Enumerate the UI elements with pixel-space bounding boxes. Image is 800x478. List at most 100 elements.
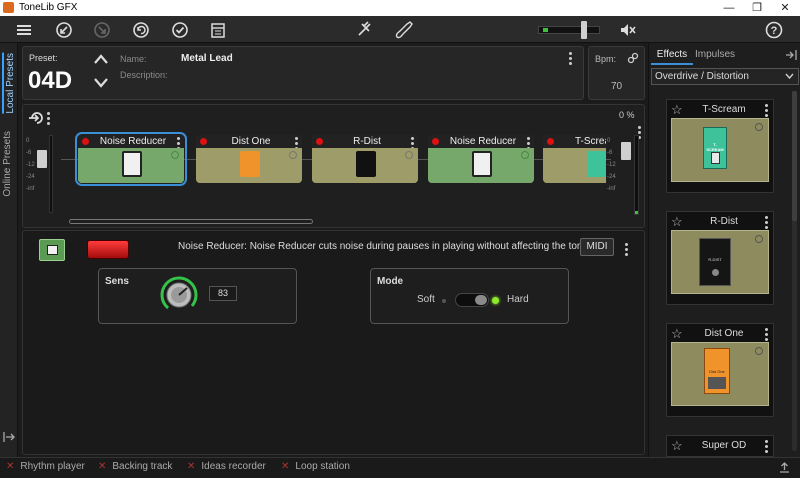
expand-left-icon[interactable] <box>3 431 15 443</box>
pedal-power-led[interactable] <box>200 138 207 145</box>
input-menu-icon[interactable] <box>47 111 51 127</box>
chain-scrollbar[interactable] <box>69 219 313 224</box>
effect-card-t-scream[interactable]: ☆ T-Scream T-SCREAM <box>666 99 774 193</box>
pedal-power-led[interactable] <box>547 138 554 145</box>
off-indicator-icon: ✕ <box>187 461 196 472</box>
chain-pedal-t-scream[interactable]: T-Scream <box>543 135 606 183</box>
effect-card-name: R-Dist <box>710 216 738 227</box>
ideas-recorder-button[interactable]: ✕ Ideas recorder <box>187 461 266 472</box>
preset-up-icon[interactable] <box>93 53 109 65</box>
effect-card-menu-icon[interactable] <box>765 327 769 343</box>
effect-card-dist-one[interactable]: ☆ Dist One Dist One <box>666 323 774 417</box>
preset-menu-icon[interactable] <box>569 51 573 67</box>
chain-pedal-noise-reducer[interactable]: Noise Reducer <box>75 132 187 186</box>
effects-browser: Effects Impulses Overdrive / Distortion … <box>648 43 800 457</box>
app-icon <box>3 2 14 13</box>
output-percent: 0 % <box>619 110 635 120</box>
pedal-power-led[interactable] <box>82 138 89 145</box>
mode-label: Mode <box>377 276 404 287</box>
tuning-fork-icon[interactable] <box>354 20 374 40</box>
export-icon[interactable] <box>92 20 112 40</box>
output-level-meter <box>634 135 639 215</box>
effect-card-name: Super OD <box>701 440 747 451</box>
favorite-star-icon[interactable]: ☆ <box>671 438 683 454</box>
mute-icon[interactable] <box>618 20 638 40</box>
sens-knob[interactable] <box>159 275 199 315</box>
input-level-meter <box>49 135 53 213</box>
tab-local-presets[interactable]: Local Presets <box>2 53 16 114</box>
signal-chain: 0 -6 -12 -24 -inf Noise Reducer Dist One R-D… <box>22 104 645 228</box>
preset-down-icon[interactable] <box>93 77 109 89</box>
undo-icon[interactable] <box>131 20 151 40</box>
mode-soft-led <box>442 299 446 303</box>
tab-effects[interactable]: Effects <box>651 45 693 65</box>
chain-pedal-r-dist[interactable]: R-Dist <box>312 135 418 183</box>
sens-control-box: Sens 83 <box>98 268 297 324</box>
mode-hard-led <box>492 297 499 304</box>
input-gain-slider[interactable] <box>37 150 47 168</box>
noise-reducer-pedal-icon <box>122 151 142 177</box>
favorite-star-icon[interactable]: ☆ <box>671 214 683 230</box>
pedal-power-led[interactable] <box>432 138 439 145</box>
minimize-button[interactable]: — <box>715 0 743 16</box>
favorite-star-icon[interactable]: ☆ <box>671 102 683 118</box>
category-dropdown[interactable]: Overdrive / Distortion <box>651 68 799 85</box>
chain-pedal-noise-reducer-2[interactable]: Noise Reducer <box>428 135 534 183</box>
effects-scrollbar[interactable] <box>792 91 797 451</box>
dist-one-pedal-image: Dist One <box>704 348 730 394</box>
help-icon[interactable]: ? <box>764 20 784 40</box>
master-volume-slider[interactable] <box>538 21 600 39</box>
effect-detail-panel: Noise Reducer: Noise Reducer cuts noise … <box>22 230 645 455</box>
loop-station-button[interactable]: ✕ Loop station <box>281 461 350 472</box>
bottom-bar: ✕ Rhythm player ✕ Backing track ✕ Ideas rec… <box>0 457 800 478</box>
maximize-button[interactable]: ❐ <box>743 0 771 16</box>
sens-value[interactable]: 83 <box>209 286 237 301</box>
effect-card-menu-icon[interactable] <box>765 103 769 119</box>
left-tab-bar: Local Presets Online Presets <box>0 43 18 457</box>
window-title: ToneLib GFX <box>19 2 78 13</box>
calendar-icon[interactable] <box>208 20 228 40</box>
input-gate-icon[interactable] <box>29 111 47 125</box>
backing-track-button[interactable]: ✕ Backing track <box>98 461 172 472</box>
effect-power-button[interactable] <box>87 240 129 259</box>
effect-card-menu-icon[interactable] <box>765 439 769 455</box>
rhythm-player-button[interactable]: ✕ Rhythm player <box>6 461 85 472</box>
input-meter-scale: 0 -6 -12 -24 -inf <box>26 138 35 192</box>
collapse-right-icon[interactable] <box>785 49 797 61</box>
close-button[interactable]: ✕ <box>771 0 799 16</box>
guitar-icon[interactable] <box>394 20 414 40</box>
mode-control-box: Mode Soft Hard <box>370 268 569 324</box>
bpm-value[interactable]: 70 <box>611 81 622 92</box>
menu-icon[interactable] <box>14 20 34 40</box>
tab-online-presets[interactable]: Online Presets <box>2 131 13 197</box>
dist-one-pedal-icon <box>240 151 260 177</box>
output-gain-slider[interactable] <box>621 142 631 160</box>
mode-soft-label[interactable]: Soft <box>417 294 435 305</box>
bpm-label: Bpm: <box>595 54 617 64</box>
effect-card-super-od[interactable]: ☆ Super OD <box>666 435 774 457</box>
svg-text:?: ? <box>771 25 778 37</box>
output-meter-scale: 0 -6 -12 -24 -inf <box>607 138 616 192</box>
chain-pedal-dist-one[interactable]: Dist One <box>196 135 302 183</box>
effect-card-preview: R-DIST <box>671 230 769 294</box>
off-indicator-icon: ✕ <box>281 461 290 472</box>
tab-impulses[interactable]: Impulses <box>695 45 735 65</box>
t-scream-pedal-icon <box>587 151 606 177</box>
midi-button[interactable]: MIDI <box>580 238 614 256</box>
effect-card-menu-icon[interactable] <box>765 215 769 231</box>
chevron-down-icon <box>785 73 794 80</box>
effect-menu-icon[interactable] <box>625 242 629 258</box>
toolbar: ? <box>0 16 800 43</box>
link-icon[interactable] <box>627 52 639 64</box>
r-dist-pedal-image: R-DIST <box>699 238 731 286</box>
mode-hard-label[interactable]: Hard <box>507 294 529 305</box>
pedal-power-led[interactable] <box>316 138 323 145</box>
mode-toggle[interactable] <box>455 293 489 307</box>
favorite-star-icon[interactable]: ☆ <box>671 326 683 342</box>
preset-name[interactable]: Metal Lead <box>181 53 233 64</box>
preset-panel: Preset: 04D Name: Metal Lead Description… <box>22 46 584 100</box>
upload-icon[interactable] <box>779 462 790 473</box>
import-icon[interactable] <box>54 20 74 40</box>
effect-card-r-dist[interactable]: ☆ R-Dist R-DIST <box>666 211 774 305</box>
save-icon[interactable] <box>170 20 190 40</box>
